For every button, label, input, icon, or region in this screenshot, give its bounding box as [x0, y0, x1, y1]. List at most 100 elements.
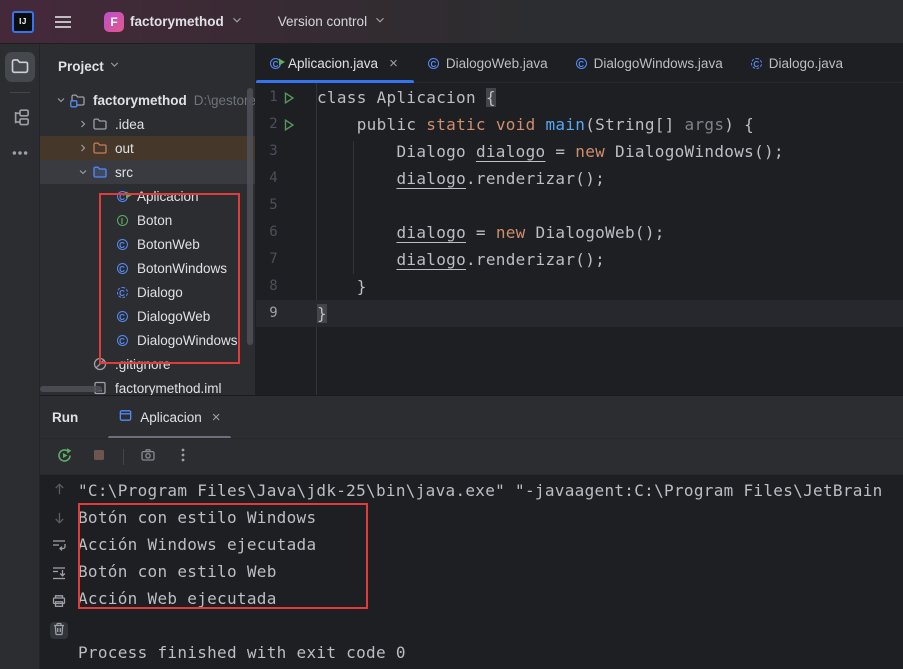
softwrap-icon	[51, 537, 67, 556]
code-token: void	[496, 115, 536, 134]
tree-item-label: out	[115, 141, 134, 156]
chevron-down-icon	[373, 13, 387, 30]
tool-window-stripe	[0, 44, 40, 669]
tree-vertical-scrollbar[interactable]	[247, 88, 253, 345]
trash-button[interactable]	[50, 622, 68, 639]
code-line-9[interactable]: 9}	[256, 300, 903, 327]
class-abstract-icon: C	[114, 287, 130, 298]
tree-item-dialogoweb[interactable]: CDialogoWeb	[40, 304, 255, 328]
line-number: 5	[256, 192, 278, 219]
code-token: (String[]	[585, 115, 684, 134]
tree-item-label: DialogoWindows	[137, 333, 238, 348]
folder-icon	[92, 116, 108, 132]
project-panel-title: Project	[58, 59, 104, 74]
code-token: DialogoWindows();	[605, 142, 784, 161]
tree-item-factorymethod[interactable]: factorymethodD:\gestore	[40, 88, 255, 112]
arrow-up-button[interactable]	[50, 482, 68, 499]
run-tab-label: Aplicacion	[140, 410, 202, 425]
class-run-icon: C	[114, 191, 130, 202]
class-icon: C	[428, 58, 439, 69]
code-editor[interactable]: 1class Aplicacion {2 public static void …	[256, 83, 903, 395]
code-token: }	[317, 277, 367, 296]
code-line-6[interactable]: 6 dialogo = new DialogoWeb();	[256, 219, 903, 246]
stripe-button-structure[interactable]	[5, 103, 35, 133]
code-line-4[interactable]: 4 dialogo.renderizar();	[256, 165, 903, 192]
stripe-button-more-h[interactable]	[5, 139, 35, 169]
editor-tab-dialogowindows-java[interactable]: CDialogoWindows.java	[562, 44, 737, 82]
tree-horizontal-scrollbar[interactable]	[40, 386, 102, 392]
console-line: "C:\Program Files\Java\jdk-25\bin\java.e…	[78, 477, 903, 504]
editor-tabbar: CAplicacion.java×CDialogoWeb.javaCDialog…	[256, 44, 903, 83]
version-control-label: Version control	[278, 14, 367, 29]
run-tab-aplicacion[interactable]: Aplicacion ×	[106, 396, 232, 438]
tree-item-src[interactable]: src	[40, 160, 255, 184]
run-line-icon[interactable]	[278, 84, 300, 111]
tree-item-label: .gitignore	[115, 357, 171, 372]
more-v-icon	[175, 447, 191, 466]
editor-tab-aplicacion-java[interactable]: CAplicacion.java×	[256, 44, 414, 82]
version-control-menu[interactable]: Version control	[270, 9, 395, 34]
project-tree: factorymethodD:\gestore.idea out src CAplic…	[40, 88, 255, 395]
close-icon[interactable]: ×	[212, 409, 221, 426]
tree-item-gitignore[interactable]: .gitignore	[40, 352, 255, 376]
chevron-down-icon[interactable]	[52, 94, 70, 106]
gutter-spacer	[278, 219, 300, 246]
run-line-icon[interactable]	[278, 111, 300, 138]
printer-button[interactable]	[50, 594, 68, 611]
main-menu-button[interactable]	[54, 15, 72, 29]
gutter-spacer	[278, 138, 300, 165]
tree-item-dialogo[interactable]: CDialogo	[40, 280, 255, 304]
structure-icon	[10, 107, 30, 130]
chevron-right-icon[interactable]	[74, 118, 92, 130]
tree-item-dialogowindows[interactable]: C DialogoWindows	[40, 328, 255, 352]
line-number: 9	[256, 300, 278, 327]
stripe-button-project-folder[interactable]	[5, 52, 35, 82]
tree-item-boton[interactable]: IBoton	[40, 208, 255, 232]
line-number: 3	[256, 138, 278, 165]
trash-icon	[51, 621, 67, 640]
titlebar: IJ F factorymethod Version control	[0, 0, 903, 44]
camera-button[interactable]	[137, 446, 159, 468]
editor-tab-dialogo-java[interactable]: CDialogo.java	[737, 44, 857, 82]
softwrap-button[interactable]	[50, 538, 68, 555]
project-selector-label: factorymethod	[130, 14, 224, 29]
code-line-2[interactable]: 2 public static void main(String[] args)…	[256, 111, 903, 138]
close-icon[interactable]: ×	[387, 56, 400, 71]
code-token: dialogo	[396, 223, 466, 242]
tree-item-label: src	[115, 165, 133, 180]
tree-item-out[interactable]: out	[40, 136, 255, 160]
chevron-down-icon[interactable]	[74, 166, 92, 178]
rerun-button[interactable]	[53, 446, 75, 468]
console-line	[78, 612, 903, 639]
code-line-7[interactable]: 7 dialogo.renderizar();	[256, 246, 903, 273]
code-line-1[interactable]: 1class Aplicacion {	[256, 84, 903, 111]
tree-item-botonwindows[interactable]: CBotonWindows	[40, 256, 255, 280]
chevron-right-icon[interactable]	[74, 142, 92, 154]
editor-tab-label: DialogoWindows.java	[594, 56, 723, 71]
chevron-down-icon	[230, 13, 244, 30]
more-v-button[interactable]	[172, 446, 194, 468]
editor-tab-label: Aplicacion.java	[288, 56, 378, 71]
tree-item-aplicacion[interactable]: CAplicacion	[40, 184, 255, 208]
code-text	[300, 192, 317, 219]
code-text: dialogo.renderizar();	[300, 165, 605, 192]
stop-button[interactable]	[88, 446, 110, 468]
project-panel-header[interactable]: Project	[40, 54, 255, 78]
class-icon: C	[114, 335, 130, 346]
code-token: new	[496, 223, 526, 242]
tree-item-botonweb[interactable]: CBotonWeb	[40, 232, 255, 256]
code-token: =	[466, 223, 496, 242]
code-line-3[interactable]: 3 Dialogo dialogo = new DialogoWindows()…	[256, 138, 903, 165]
line-number: 8	[256, 273, 278, 300]
camera-icon	[140, 447, 156, 466]
editor-tab-dialogoweb-java[interactable]: CDialogoWeb.java	[414, 44, 562, 82]
tree-item-idea[interactable]: .idea	[40, 112, 255, 136]
project-selector[interactable]: F factorymethod	[96, 8, 252, 36]
arrow-down-button[interactable]	[50, 510, 68, 527]
code-line-8[interactable]: 8 }	[256, 273, 903, 300]
console-line: Acción Web ejecutada	[78, 585, 903, 612]
folder-src-icon	[92, 164, 108, 180]
console-output[interactable]: "C:\Program Files\Java\jdk-25\bin\java.e…	[78, 475, 903, 669]
scrollend-button[interactable]	[50, 566, 68, 583]
code-line-5[interactable]: 5	[256, 192, 903, 219]
